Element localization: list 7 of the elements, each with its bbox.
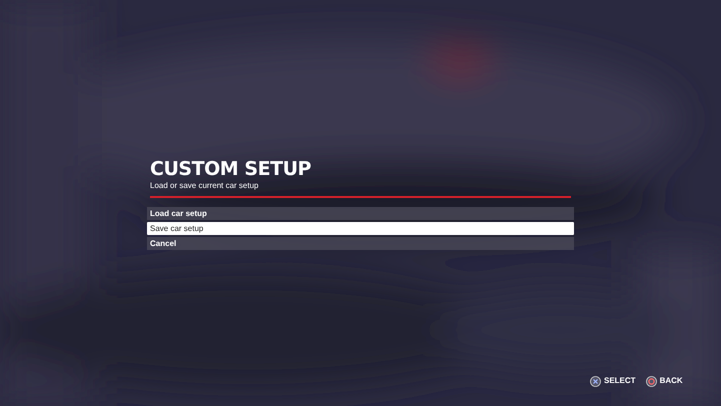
prompt-label: SELECT — [604, 375, 636, 387]
menu-title: CUSTOM SETUP — [149, 158, 312, 180]
prompt-label: BACK — [660, 375, 683, 387]
menu-item[interactable]: Cancel — [147, 237, 574, 250]
menu-item[interactable]: Save car setup — [147, 222, 574, 235]
menu-subtitle: Load or save current car setup — [149, 181, 260, 191]
menu-item[interactable]: Load car setup — [147, 207, 574, 220]
